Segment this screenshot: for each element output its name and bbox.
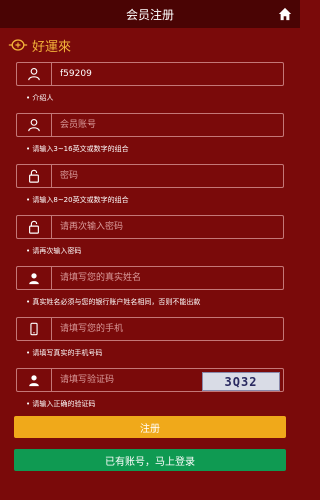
page-header: 会员注册 [0,0,300,28]
user-icon [17,63,52,85]
phone-input[interactable] [52,317,283,341]
confirm-password-input[interactable] [52,215,283,239]
real-name-input[interactable] [52,266,283,290]
captcha-image[interactable]: 3Q32 [202,372,280,391]
page-title: 会员注册 [125,7,174,22]
captcha-field: 3Q32 [16,368,284,392]
person-badge-icon [17,267,52,289]
referrer-input[interactable] [52,62,283,86]
phone-hint: 请填写真实的手机号码 [26,347,300,359]
real-name-hint: 真实姓名必须与您的银行账户姓名相同，否则不能出款 [26,296,300,308]
password-input[interactable] [52,164,283,188]
account-hint: 请输入3~16英文或数字的组合 [26,143,300,155]
lock-icon [17,165,52,187]
lock-icon [17,216,52,238]
brand-text: 好運來 [32,39,72,55]
referrer-field [16,62,284,86]
register-button[interactable]: 注册 [14,416,286,438]
referrer-hint: 介绍人 [26,92,300,104]
brand-logo: 好運來 [0,34,300,56]
home-icon[interactable] [278,7,292,21]
brand-emblem-icon [8,39,28,51]
captcha-hint: 请输入正确的验证码 [26,398,300,410]
account-field [16,113,284,137]
phone-field [16,317,284,341]
phone-icon [17,318,52,340]
confirm-password-field [16,215,284,239]
account-input[interactable] [52,113,283,137]
verify-person-icon [17,369,52,391]
confirm-password-hint: 请再次输入密码 [26,245,300,257]
password-field [16,164,284,188]
user-icon [17,114,52,136]
real-name-field [16,266,284,290]
login-button[interactable]: 已有账号，马上登录 [14,449,286,471]
password-hint: 请输入8~20英文或数字的组合 [26,194,300,206]
